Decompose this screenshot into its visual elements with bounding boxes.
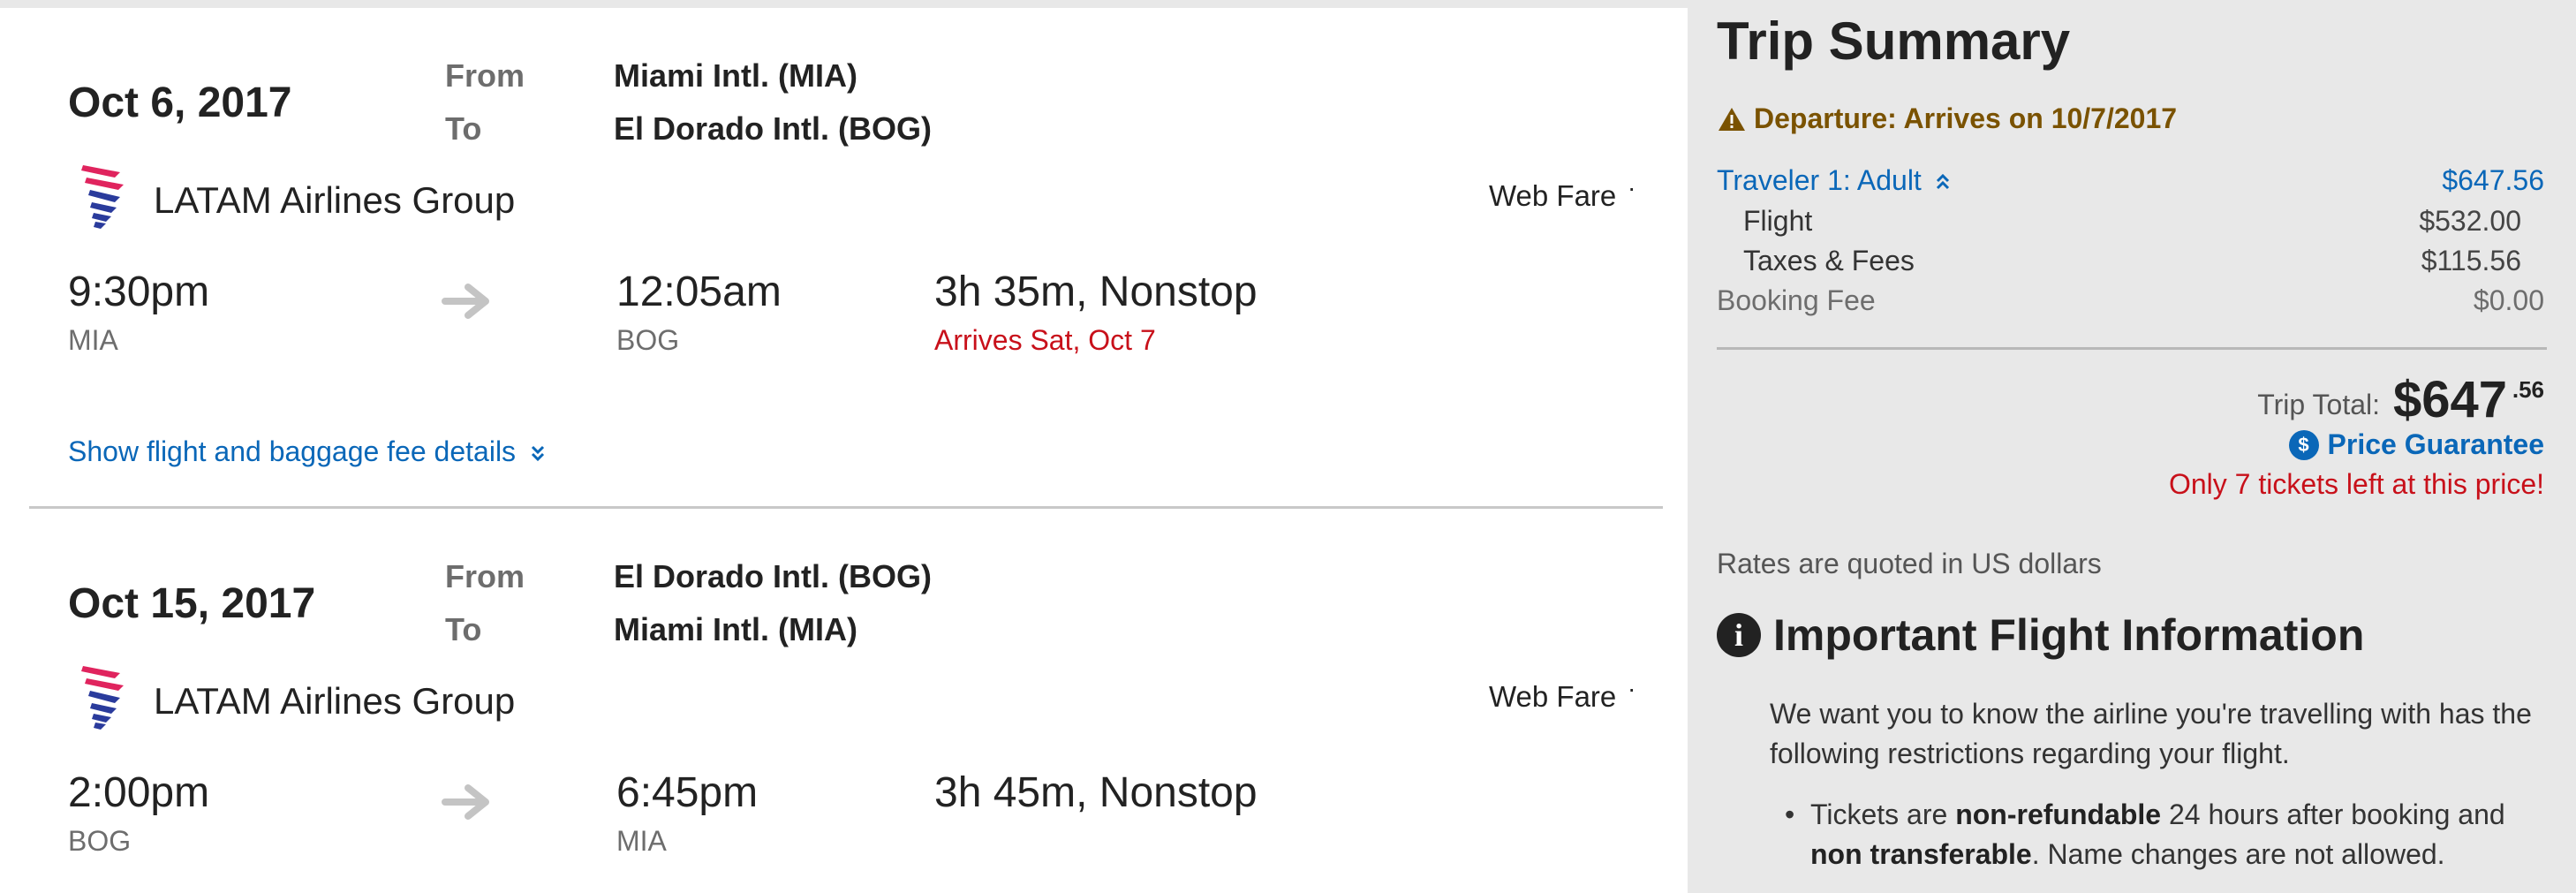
tickets-left-alert: Only 7 tickets left at this price! [2168,468,2544,500]
flight-amount: $532.00 [2419,205,2521,237]
arrival-time: 6:45pm [616,769,759,816]
to-label: To [445,611,482,647]
arrival-code: MIA [616,825,667,857]
latam-logo-icon [81,666,124,730]
info-circle-icon: i [1717,613,1761,657]
summary-divider [1717,347,2547,350]
right-arrow-icon [442,284,489,319]
trip-total-label: Trip Total: [2257,389,2380,420]
right-arrow-icon [442,784,489,820]
important-info-heading: i Important Flight Information [1717,609,2364,661]
arrival-time: 12:05am [616,269,782,315]
bullet-marker: • [1785,798,1795,830]
arrives-next-day-note: Arrives Sat, Oct 7 [934,324,1156,356]
leg-date: Oct 6, 2017 [68,79,292,126]
flight-duration: 3h 45m, Nonstop [934,769,1258,816]
fare-info-dot[interactable]: · [1628,174,1635,202]
price-guarantee-link[interactable]: $ Price Guarantee [2288,428,2544,461]
bullet-middle: 24 hours after booking and [2161,798,2505,830]
to-label: To [445,110,482,147]
from-label: From [445,558,525,594]
arrival-code: BOG [616,324,680,356]
origin-airport: El Dorado Intl. (BOG) [614,558,932,594]
departure-time: 2:00pm [68,769,210,816]
latam-logo-icon [81,165,124,229]
traveler-label[interactable]: Traveler 1: Adult [1717,164,1922,196]
fare-info-dot[interactable]: · [1628,675,1635,703]
destination-airport: El Dorado Intl. (BOG) [614,110,932,147]
bullet-suffix: . Name changes are not allowed. [2031,838,2445,870]
departure-code: MIA [68,324,118,356]
warning-triangle-icon [1719,107,1745,131]
flight-duration: 3h 35m, Nonstop [934,269,1258,315]
taxes-label: Taxes & Fees [1743,245,1915,276]
rates-note: Rates are quoted in US dollars [1717,548,2102,579]
booking-fee-amount: $0.00 [2473,284,2544,316]
double-chevron-down-icon[interactable] [529,443,547,463]
leg-divider [29,506,1663,509]
taxes-amount: $115.56 [2421,245,2521,276]
double-chevron-up-icon[interactable] [1935,172,1951,192]
traveler-amount: $647.56 [2442,164,2544,196]
leg-date: Oct 15, 2017 [68,580,316,627]
important-info-title: Important Flight Information [1773,610,2365,660]
trip-total-cents: .56 [2512,376,2544,403]
restriction-bullet: Tickets are non-refundable 24 hours afte… [1810,795,2552,874]
price-guarantee-label[interactable]: Price Guarantee [2328,428,2544,461]
departure-warning: Departure: Arrives on 10/7/2017 [1717,102,2177,135]
airline-name: LATAM Airlines Group [154,680,516,722]
flight-legs-panel: Oct 6, 2017 From To Miami Intl. (MIA) El… [0,8,1688,893]
departure-code: BOG [68,825,132,857]
booking-fee-label: Booking Fee [1717,284,1876,316]
non-refundable-text: non-refundable [1955,798,2162,830]
flight-label: Flight [1743,205,1813,237]
departure-time: 9:30pm [68,269,210,315]
fare-type: Web Fare [1489,680,1617,713]
show-details-link[interactable]: Show flight and baggage fee details [68,435,547,468]
origin-airport: Miami Intl. (MIA) [614,57,857,94]
from-label: From [445,57,525,94]
traveler-toggle[interactable]: Traveler 1: Adult [1717,164,1951,197]
trip-summary-title: Trip Summary [1717,11,2071,71]
trip-total-dollars: $647 [2392,371,2507,428]
trip-summary-panel: Trip Summary Departure: Arrives on 10/7/… [1688,0,2576,893]
non-transferable-text: non transferable [1810,838,2032,870]
dollar-circle-icon[interactable]: $ [2288,429,2319,460]
important-info-intro: We want you to know the airline you're t… [1770,698,2532,769]
bullet-prefix: Tickets are [1810,798,1956,830]
fare-type: Web Fare [1489,179,1617,212]
departure-warning-text: Departure: Arrives on 10/7/2017 [1754,102,2178,134]
airline-name: LATAM Airlines Group [154,179,516,221]
destination-airport: Miami Intl. (MIA) [614,611,857,647]
show-details-label[interactable]: Show flight and baggage fee details [68,435,516,467]
